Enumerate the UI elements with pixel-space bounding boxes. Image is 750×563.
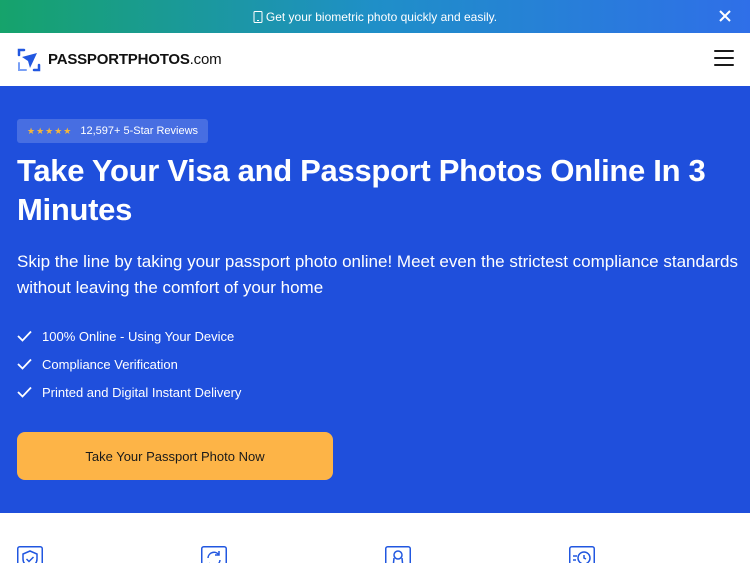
hamburger-menu-icon[interactable]	[714, 50, 734, 66]
feature-list: 100% Online - Using Your Device Complian…	[17, 322, 241, 406]
promo-bar: Get your biometric photo quickly and eas…	[0, 0, 750, 33]
logo-text: PASSPORTPHOTOS.com	[48, 51, 222, 68]
phone-icon	[253, 10, 263, 23]
feature-label: Printed and Digital Instant Delivery	[42, 384, 242, 400]
logo[interactable]: PASSPORTPHOTOS.com	[16, 47, 222, 73]
check-icon	[17, 358, 32, 370]
benefits-section	[0, 513, 750, 563]
check-icon	[17, 386, 32, 398]
feature-item: Printed and Digital Instant Delivery	[17, 378, 241, 406]
logo-icon	[17, 48, 41, 71]
user-badge-icon	[385, 546, 411, 563]
feature-label: Compliance Verification	[42, 356, 178, 372]
feature-item: Compliance Verification	[17, 350, 241, 378]
feature-label: 100% Online - Using Your Device	[42, 328, 235, 344]
clock-icon	[569, 546, 595, 563]
navbar: PASSPORTPHOTOS.com	[0, 33, 750, 86]
check-icon	[17, 330, 32, 342]
reviews-badge: ★★★★★ 12,597+ 5-Star Reviews	[17, 119, 209, 143]
close-icon[interactable]	[718, 9, 732, 23]
hero-section: ★★★★★ 12,597+ 5-Star Reviews Take Your V…	[0, 86, 750, 513]
promo-content: Get your biometric photo quickly and eas…	[253, 10, 497, 24]
star-rating-icon: ★★★★★	[27, 125, 73, 136]
shield-check-icon	[17, 546, 43, 563]
take-photo-button[interactable]: Take Your Passport Photo Now	[17, 432, 333, 480]
feature-item: 100% Online - Using Your Device	[17, 322, 241, 350]
reviews-label: 12,597+ 5-Star Reviews	[80, 125, 199, 137]
refresh-icon	[201, 546, 227, 563]
hero-subtitle: Skip the line by taking your passport ph…	[17, 252, 739, 297]
promo-text: Get your biometric photo quickly and eas…	[265, 9, 498, 24]
page-title: Take Your Visa and Passport Photos Onlin…	[17, 153, 706, 227]
